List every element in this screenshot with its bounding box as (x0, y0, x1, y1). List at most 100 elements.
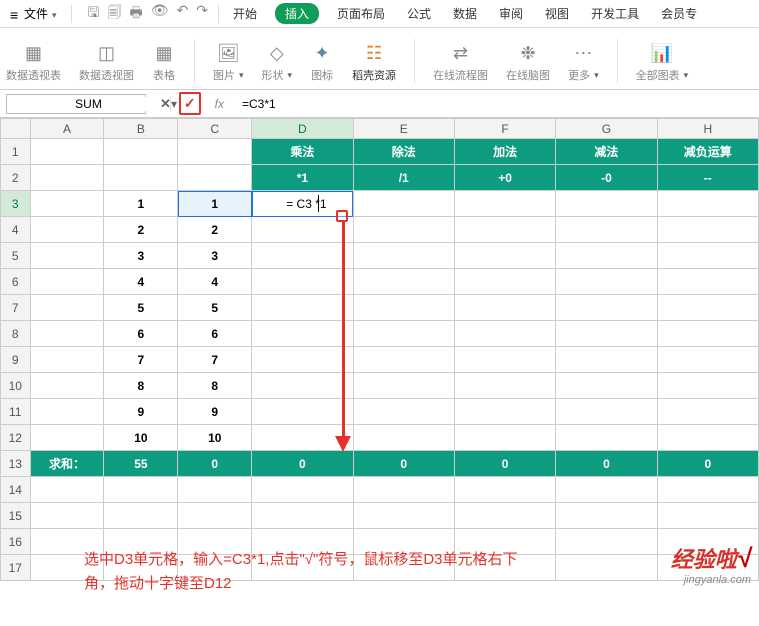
cell[interactable] (353, 503, 454, 529)
formula-input[interactable] (234, 95, 753, 113)
row-header[interactable]: 10 (1, 373, 31, 399)
col-header-F[interactable]: F (454, 119, 555, 139)
grid[interactable]: A B C D E F G H 1乘法除法加法减法减负运算2*1/1+0-0--… (0, 118, 759, 581)
cell[interactable] (252, 243, 353, 269)
cell[interactable]: 4 (178, 269, 252, 295)
row-header[interactable]: 2 (1, 165, 31, 191)
row-header[interactable]: 4 (1, 217, 31, 243)
tab-formula[interactable]: 公式 (403, 3, 435, 24)
cell[interactable] (556, 243, 657, 269)
cell[interactable]: 55 (104, 451, 178, 477)
cell[interactable] (556, 477, 657, 503)
cell[interactable] (30, 295, 104, 321)
cell[interactable]: 3 (104, 243, 178, 269)
cell[interactable]: -0 (556, 165, 657, 191)
cell[interactable] (454, 269, 555, 295)
row-header[interactable]: 1 (1, 139, 31, 165)
cell[interactable]: 9 (104, 399, 178, 425)
cell[interactable] (454, 191, 555, 217)
cell[interactable] (657, 477, 758, 503)
cell[interactable]: 2 (178, 217, 252, 243)
cell[interactable] (178, 477, 252, 503)
cell[interactable]: 2 (104, 217, 178, 243)
cell[interactable] (353, 295, 454, 321)
cell[interactable] (252, 295, 353, 321)
cell[interactable] (30, 269, 104, 295)
cell[interactable] (353, 477, 454, 503)
cell[interactable]: 0 (657, 451, 758, 477)
undo-icon[interactable]: ↶ (176, 2, 188, 26)
cell[interactable] (556, 269, 657, 295)
cell[interactable] (454, 425, 555, 451)
cell[interactable] (104, 139, 178, 165)
cell[interactable] (657, 191, 758, 217)
cell[interactable]: 减负运算 (657, 139, 758, 165)
cell[interactable]: 加法 (454, 139, 555, 165)
pivot-table-button[interactable]: ▦数据透视表 (6, 41, 61, 83)
cell[interactable]: 9 (178, 399, 252, 425)
row-header[interactable]: 14 (1, 477, 31, 503)
cell[interactable]: 0 (178, 451, 252, 477)
col-header-D[interactable]: D (252, 119, 353, 139)
cell[interactable]: *1 (252, 165, 353, 191)
cell[interactable]: -- (657, 165, 758, 191)
tab-start[interactable]: 开始 (229, 3, 261, 24)
cell[interactable]: 1 (178, 191, 252, 217)
cell[interactable] (30, 217, 104, 243)
row-header[interactable]: 12 (1, 425, 31, 451)
cell[interactable] (252, 373, 353, 399)
cell[interactable] (556, 347, 657, 373)
cell[interactable] (30, 373, 104, 399)
namebox-input[interactable] (7, 97, 170, 111)
cell[interactable]: 0 (454, 451, 555, 477)
more-button[interactable]: ⋯更多 (568, 41, 599, 83)
cell[interactable]: 10 (178, 425, 252, 451)
select-all-corner[interactable] (1, 119, 31, 139)
tab-insert[interactable]: 插入 (275, 3, 319, 24)
cell[interactable]: 8 (178, 373, 252, 399)
docer-button[interactable]: ☷稻壳资源 (352, 41, 396, 83)
cell[interactable] (454, 217, 555, 243)
cell[interactable] (353, 269, 454, 295)
cell[interactable] (353, 373, 454, 399)
tab-member[interactable]: 会员专 (657, 3, 701, 24)
print-icon[interactable]: 🖶 (129, 2, 142, 26)
cell[interactable] (252, 269, 353, 295)
cell[interactable] (353, 217, 454, 243)
row-header[interactable]: 3 (1, 191, 31, 217)
chart-button[interactable]: 📊全部图表 (636, 41, 689, 83)
cell[interactable] (30, 399, 104, 425)
cell[interactable] (556, 321, 657, 347)
tab-layout[interactable]: 页面布局 (333, 3, 389, 24)
col-header-G[interactable]: G (556, 119, 657, 139)
tab-devtools[interactable]: 开发工具 (587, 3, 643, 24)
cell[interactable] (30, 477, 104, 503)
cell[interactable]: 0 (252, 451, 353, 477)
cell[interactable]: 1 (104, 191, 178, 217)
row-header[interactable]: 6 (1, 269, 31, 295)
flowchart-button[interactable]: ⇄在线流程图 (433, 41, 488, 83)
fx-icon[interactable]: fx (215, 97, 224, 111)
row-header[interactable]: 17 (1, 555, 31, 581)
cell[interactable]: 减法 (556, 139, 657, 165)
cell[interactable] (30, 321, 104, 347)
cell[interactable] (556, 217, 657, 243)
cell[interactable] (556, 425, 657, 451)
print-preview-icon[interactable]: 👁 (151, 2, 169, 26)
cell[interactable] (556, 373, 657, 399)
cell[interactable] (30, 503, 104, 529)
cell[interactable]: 7 (178, 347, 252, 373)
cell[interactable] (657, 321, 758, 347)
col-header-E[interactable]: E (353, 119, 454, 139)
cell[interactable] (353, 347, 454, 373)
mindmap-button[interactable]: ❉在线脑图 (506, 41, 550, 83)
cell[interactable] (454, 321, 555, 347)
row-header[interactable]: 16 (1, 529, 31, 555)
cell[interactable] (30, 243, 104, 269)
cell[interactable] (252, 477, 353, 503)
cell[interactable] (252, 321, 353, 347)
cell[interactable] (454, 477, 555, 503)
col-header-A[interactable]: A (30, 119, 104, 139)
cell[interactable] (657, 243, 758, 269)
cell[interactable] (353, 399, 454, 425)
